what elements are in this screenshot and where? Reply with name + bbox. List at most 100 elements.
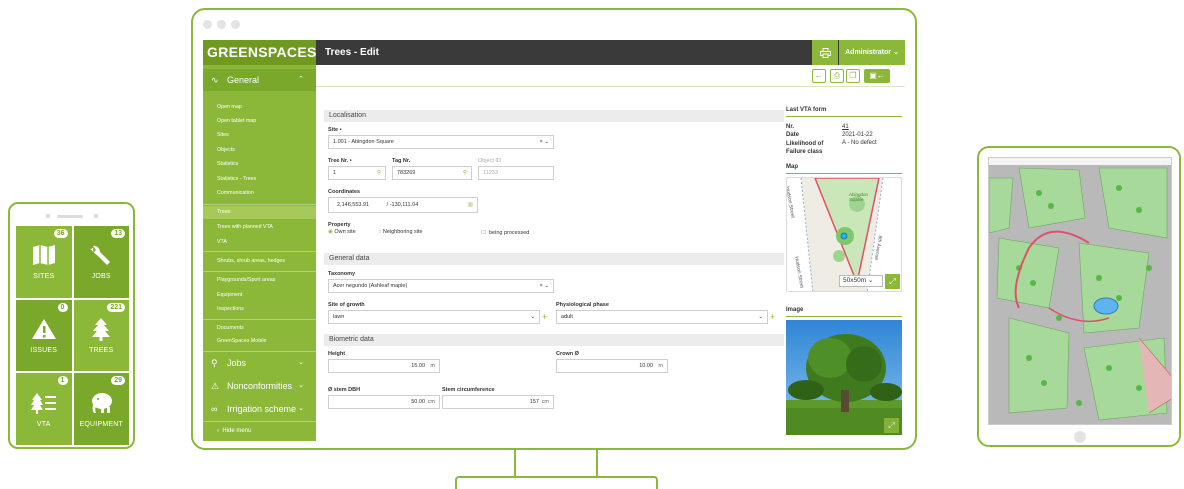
sidebar-item-trees-planned-vta[interactable]: Trees with planned VTA [203,221,316,234]
site-of-growth-select[interactable]: lawn ⌄ [328,310,540,324]
sidebar-item-sites[interactable]: Sites [203,129,316,142]
height-input[interactable]: 15.00 m [328,359,440,373]
crown-input[interactable]: 10.00 m [556,359,668,373]
sidebar: ∿ General ⌃ Open map Open tablet map Sit… [203,65,316,441]
expand-map-button[interactable]: ⤢ [885,274,900,289]
brand-logo[interactable]: GREENSPACES [203,40,316,65]
sidebar-item-open-tablet-map[interactable]: Open tablet map [203,115,316,128]
stem-circumference-input[interactable]: 157 cm [442,395,554,409]
sidebar-item-statistics-trees[interactable]: Statistics - Trees [203,173,316,186]
map-scale-value: 50x50m [843,277,867,284]
app-screen: GREENSPACES Trees - Edit Administrator ⌄… [203,40,905,441]
sidebar-item-shrubs[interactable]: Shrubs, shrub areas, hedges [203,255,316,268]
add-site-of-growth-button[interactable]: + [542,310,547,324]
print-button[interactable] [812,40,838,65]
pulse-icon: ∿ [211,75,219,85]
crown-unit: m [658,363,663,369]
sidebar-item-inspections[interactable]: Inspections [203,303,316,316]
chevron-down-icon: ⌄ [298,405,304,412]
physiological-phase-label: Physiological phase [556,302,609,308]
sidebar-item-open-map[interactable]: Open map [203,101,316,114]
sidebar-item-trees[interactable]: Trees [203,206,316,219]
section-localisation: Localisation [324,110,784,122]
sidebar-item-equipment[interactable]: Equipment [203,289,316,302]
phone-camera-dot [46,214,50,218]
stem-dbh-input[interactable]: 50.00 cm [328,395,440,409]
taxonomy-value: Acer negundo (Ashleaf maple) [333,283,408,289]
checkbox-being-processed[interactable]: ☐ being processed [481,230,529,236]
vta-nr-link[interactable]: 41 [842,124,849,130]
radio-own-site[interactable]: ◉ Own site [328,229,356,235]
tree-nr-input[interactable]: 1 ⚲ [328,166,386,180]
sidebar-divider [203,271,316,272]
print-form-button[interactable]: ⎙ [830,69,844,83]
sidebar-section-general[interactable]: ∿ General ⌃ [203,69,316,91]
tile-jobs[interactable]: 13 JOBS [73,226,129,298]
phone-sensor-dot [94,214,98,218]
site-select[interactable]: 1.001 - Abingdon Square × ⌄ [328,135,554,149]
phone-device: 36 SITES 13 JOBS 0 ISSUES 221 TREES 1 VT… [8,202,135,449]
right-panel: Last VTA form Nr. 41 Date 2021-01-22 Lik… [786,90,902,441]
tag-nr-input[interactable]: 783269 ⚲ [392,166,472,180]
elephant-icon [92,392,113,413]
monitor-base [455,476,658,489]
sidebar-section-jobs[interactable]: ⚲ Jobs ⌄ [203,352,316,374]
radio-selected-icon: ◉ [328,229,333,235]
sidebar-section-label: Nonconformities [227,381,293,391]
taxonomy-select[interactable]: Acer negundo (Ashleaf maple) × ⌄ [328,279,554,293]
wrench-icon: ⚲ [211,358,218,368]
tablet-map-screen[interactable] [988,157,1172,425]
window-dot [217,20,226,29]
back-button[interactable]: ← [812,69,826,83]
sidebar-item-statistics[interactable]: Statistics [203,158,316,171]
chevron-down-icon: ⌄ [298,359,304,366]
tile-trees[interactable]: 221 TREES [73,299,129,372]
sidebar-item-objects[interactable]: Objects [203,144,316,157]
tile-vta[interactable]: 1 VTA [16,373,72,445]
being-processed-label: being processed [489,230,530,236]
sidebar-item-communication[interactable]: Communication [203,187,316,200]
sidebar-section-nonconformities[interactable]: ⚠ Nonconformities ⌄ [203,375,316,397]
mini-map[interactable]: Hudson Street Hudson Street 8th Avenue A… [786,177,902,292]
stem-dbh-unit: cm [427,399,435,405]
add-physiological-phase-button[interactable]: + [770,310,775,324]
vta-nr-label: Nr. [786,124,795,130]
hide-menu-button[interactable]: ‹ Hide menu [203,425,316,438]
physiological-phase-value: adult [561,314,573,320]
tablet-home-button[interactable] [1074,431,1086,443]
radio-neighboring-site[interactable]: ○ Neighboring site [378,229,423,235]
wrench-icon [90,245,111,266]
sidebar-item-vta[interactable]: VTA [203,236,316,249]
site-value: 1.001 - Abingdon Square [333,139,394,145]
tablet-device [977,146,1181,447]
map-scale-select[interactable]: 50x50m ⌄ [839,275,883,287]
stem-dbh-label: Ø stem DBH [328,387,361,393]
sidebar-item-documents[interactable]: Documents [203,322,316,335]
map-icon [32,245,55,266]
main-content: ← ⎙ ❐ ▣← Localisation Site • 1.001 - Abi… [316,65,905,441]
tag-nr-label: Tag Nr. [392,158,411,164]
tile-issues[interactable]: 0 ISSUES [16,299,72,372]
user-menu-button[interactable]: Administrator ⌄ [839,40,905,65]
tree-photo[interactable]: ⤢ [786,320,902,435]
sidebar-item-playgrounds[interactable]: Playgrounds/Sport areas [203,274,316,287]
save-and-close-button[interactable]: ▣← [864,69,890,83]
copy-button[interactable]: ❐ [846,69,860,83]
sidebar-section-label: Irrigation scheme [227,404,297,414]
window-dot [231,20,240,29]
coordinates-label: Coordinates [328,189,361,195]
expand-image-button[interactable]: ⤢ [884,418,899,433]
height-label: Height [328,351,346,357]
sidebar-item-greenspaces-mobile[interactable]: GreenSpaces Mobile [203,335,316,348]
tile-sites[interactable]: 36 SITES [16,226,72,298]
radio-empty-icon: ○ [378,229,382,235]
monitor-stand [596,449,598,477]
expand-icon: ⤢ [888,421,895,430]
tile-equipment[interactable]: 29 EQUIPMENT [73,373,129,445]
monitor-stand [514,449,516,477]
stem-circumference-label: Stem circumference [442,387,495,393]
sidebar-section-irrigation[interactable]: ∞ Irrigation scheme ⌄ [203,398,316,420]
physiological-phase-select[interactable]: adult ⌄ [556,310,768,324]
tile-label: SITES [33,273,55,281]
coordinates-input[interactable]: 2,146,553.91 / -130,111.04 ▥ [328,197,478,213]
